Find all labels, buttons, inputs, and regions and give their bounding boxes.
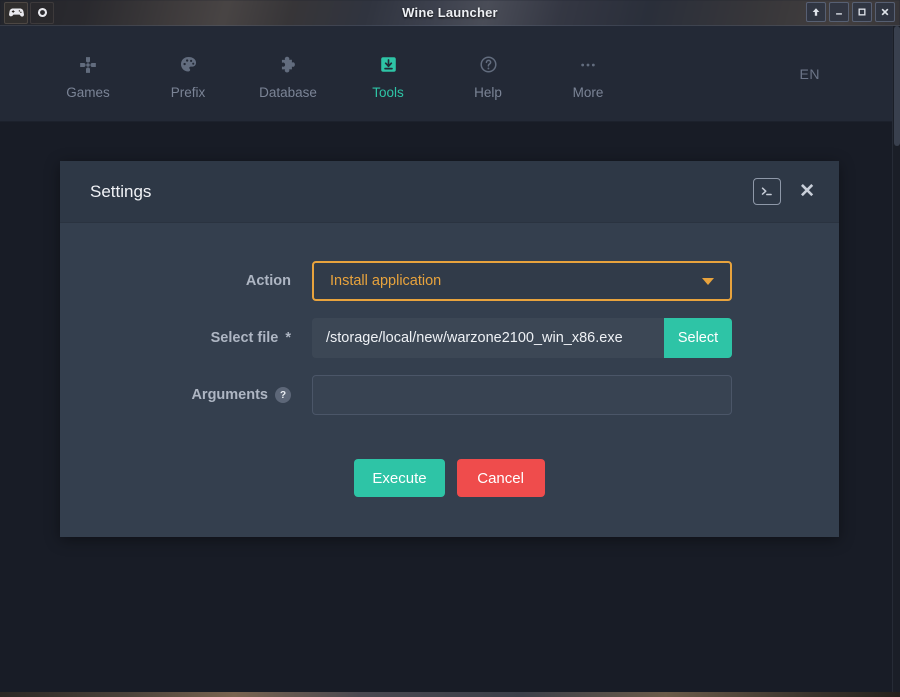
dialog-close-icon[interactable]: ✕ [797,182,817,201]
field-row-arguments: Arguments ? [60,375,839,415]
action-select-value: Install application [330,273,442,289]
dialog-header: Settings ✕ [60,161,839,223]
titlebar-left-buttons [0,0,54,25]
arguments-input[interactable] [312,375,732,415]
required-marker: * [285,330,291,346]
dialog-action-buttons: Execute Cancel [60,459,839,497]
dpad-icon [78,54,98,76]
select-file-label: Select file * [60,330,312,346]
select-file-input[interactable] [312,318,664,358]
vertical-scrollbar[interactable] [892,26,900,692]
minimize-button[interactable] [829,2,849,22]
language-selector[interactable]: EN [800,66,820,82]
field-row-select-file: Select file * Select [60,318,839,358]
nav-item-more[interactable]: More [538,48,638,100]
gamepad-icon[interactable] [4,1,28,24]
nav-item-tools[interactable]: Tools [338,48,438,100]
cancel-button[interactable]: Cancel [456,459,545,497]
execute-button[interactable]: Execute [354,459,445,497]
palette-icon [179,54,198,76]
download-box-icon [379,54,398,76]
question-circle-icon [479,54,498,76]
maximize-button[interactable] [852,2,872,22]
rollup-button[interactable] [806,2,826,22]
action-select[interactable]: Install application [312,261,732,301]
window-controls [806,2,895,22]
nav-item-prefix[interactable]: Prefix [138,48,238,100]
nav-label-prefix: Prefix [170,84,206,100]
close-button[interactable] [875,2,895,22]
application-window: Games Prefix Database Tools Help More EN… [0,26,892,692]
nav-label-help: Help [474,84,502,100]
help-icon[interactable]: ? [275,387,291,403]
action-control: Install application [312,261,732,301]
scrollbar-thumb[interactable] [894,26,900,146]
dialog-body: Action Install application Select file *… [60,223,839,537]
nav-item-help[interactable]: Help [438,48,538,100]
action-label-text: Action [245,273,291,289]
nav-item-games[interactable]: Games [38,48,138,100]
action-label: Action [60,273,312,289]
content-area: Settings ✕ Action Install application Se… [0,122,892,692]
terminal-icon[interactable] [753,178,782,205]
arguments-label-text: Arguments [191,387,268,403]
arguments-label: Arguments ? [60,387,312,403]
select-file-label-text: Select file [210,330,279,346]
screen: Wine Launcher Games Prefix Database Tool… [0,0,900,697]
file-input-group: Select [312,318,732,358]
chevron-down-icon [702,277,714,285]
field-row-action: Action Install application [60,261,839,301]
nav-label-more: More [572,84,604,100]
settings-dialog: Settings ✕ Action Install application Se… [60,161,839,537]
dialog-title: Settings [90,181,152,201]
arguments-control [312,375,732,415]
window-title: Wine Launcher [402,5,498,20]
nav-label-database: Database [259,84,317,100]
select-file-button[interactable]: Select [664,318,732,358]
window-titlebar: Wine Launcher [0,0,900,26]
select-file-control: Select [312,318,732,358]
record-icon[interactable] [30,1,54,24]
main-navigation: Games Prefix Database Tools Help More EN [0,26,892,122]
nav-item-database[interactable]: Database [238,48,338,100]
puzzle-icon [279,54,298,76]
nav-label-tools: Tools [372,84,404,100]
desktop-bottom-sliver [0,692,900,697]
dialog-header-buttons: ✕ [753,178,817,205]
ellipsis-icon [578,54,598,76]
nav-label-games: Games [66,84,110,100]
